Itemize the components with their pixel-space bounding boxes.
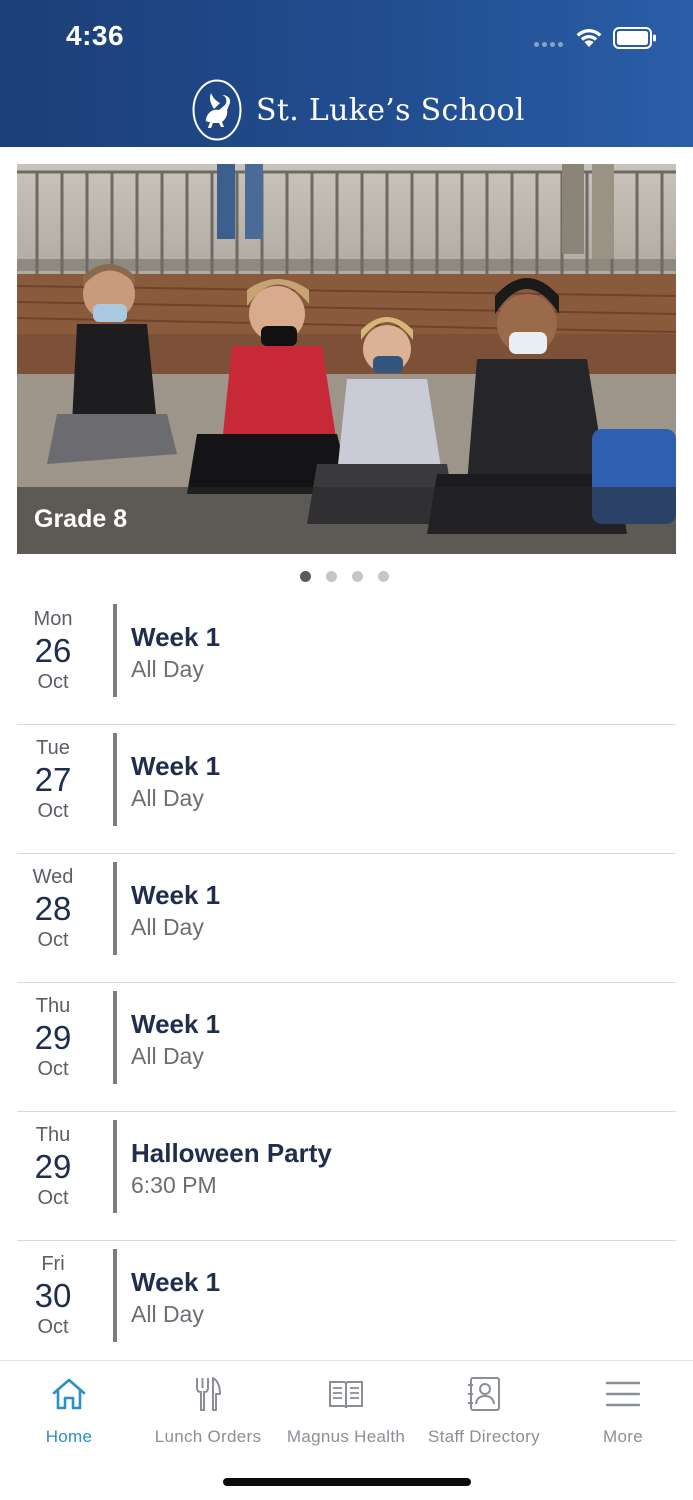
- utensils-icon: [196, 1377, 221, 1411]
- school-name: St. Luke’s School: [256, 92, 525, 128]
- home-indicator[interactable]: [223, 1478, 471, 1486]
- hero-caption: Grade 8: [34, 505, 128, 533]
- tab-magnus-health[interactable]: Magnus Health: [277, 1375, 415, 1447]
- event-title: Halloween Party: [131, 1138, 332, 1168]
- tab-label: Lunch Orders: [154, 1427, 262, 1446]
- menu-icon: [605, 1381, 641, 1407]
- tab-label: Staff Directory: [428, 1427, 540, 1446]
- home-icon: [52, 1378, 86, 1410]
- events-list: Mon 26 Oct Week 1 All Day Tue 27 Oct Wee…: [17, 596, 676, 1370]
- event-time: All Day: [131, 1301, 204, 1327]
- event-month: Oct: [37, 1058, 69, 1080]
- event-time: All Day: [131, 1043, 204, 1069]
- event-weekday: Thu: [35, 995, 71, 1017]
- event-time: 6:30 PM: [131, 1172, 217, 1198]
- event-month: Oct: [37, 671, 69, 693]
- event-weekday: Wed: [32, 866, 74, 888]
- event-weekday: Tue: [36, 737, 70, 759]
- event-divider: [113, 1249, 117, 1342]
- event-date: Wed 28 Oct: [17, 866, 89, 952]
- carousel-dot[interactable]: [300, 571, 311, 582]
- event-month: Oct: [37, 929, 69, 951]
- contact-card-icon: [468, 1377, 500, 1411]
- status-time: 4:36: [66, 20, 125, 51]
- event-divider: [113, 604, 117, 697]
- event-date: Tue 27 Oct: [17, 737, 89, 823]
- event-time: All Day: [131, 914, 204, 940]
- event-time: All Day: [131, 656, 204, 682]
- tab-lunch-orders[interactable]: Lunch Orders: [139, 1375, 277, 1447]
- event-title: Week 1: [131, 880, 221, 910]
- tab-home[interactable]: Home: [0, 1375, 138, 1447]
- event-month: Oct: [37, 1316, 69, 1338]
- event-day: 26: [34, 632, 72, 669]
- event-title: Week 1: [131, 1009, 221, 1039]
- event-weekday: Thu: [35, 1124, 71, 1146]
- event-title: Week 1: [131, 751, 221, 781]
- event-title: Week 1: [131, 1267, 221, 1297]
- book-icon: [329, 1381, 363, 1409]
- event-row[interactable]: Tue 27 Oct Week 1 All Day: [17, 725, 676, 854]
- event-day: 28: [34, 890, 72, 927]
- event-row[interactable]: Wed 28 Oct Week 1 All Day: [17, 854, 676, 983]
- pegasus-logo-icon: [192, 79, 242, 141]
- event-month: Oct: [37, 800, 69, 822]
- hero-carousel[interactable]: Grade 8: [17, 164, 676, 554]
- event-date: Thu 29 Oct: [17, 1124, 89, 1210]
- event-divider: [113, 733, 117, 826]
- battery-icon: [613, 27, 656, 49]
- event-weekday: Mon: [33, 608, 73, 630]
- event-month: Oct: [37, 1187, 69, 1209]
- event-day: 27: [34, 761, 72, 798]
- hero-caption-bar: Grade 8: [17, 487, 676, 554]
- event-date: Fri 30 Oct: [17, 1253, 89, 1339]
- event-title: Week 1: [131, 622, 221, 652]
- tab-label: Magnus Health: [286, 1427, 406, 1446]
- app-header: 4:36 St. Luke’s School: [0, 0, 693, 147]
- event-row[interactable]: Thu 29 Oct Halloween Party 6:30 PM: [17, 1112, 676, 1241]
- event-weekday: Fri: [41, 1253, 65, 1275]
- event-row[interactable]: Fri 30 Oct Week 1 All Day: [17, 1241, 676, 1370]
- event-time: All Day: [131, 785, 204, 811]
- event-date: Mon 26 Oct: [17, 608, 89, 694]
- signal-icon: [534, 42, 568, 48]
- carousel-dot[interactable]: [326, 571, 337, 582]
- wifi-icon: [576, 29, 602, 47]
- event-divider: [113, 991, 117, 1084]
- event-date: Thu 29 Oct: [17, 995, 89, 1081]
- event-day: 30: [34, 1277, 72, 1314]
- event-day: 29: [34, 1019, 72, 1056]
- event-row[interactable]: Mon 26 Oct Week 1 All Day: [17, 596, 676, 725]
- event-row[interactable]: Thu 29 Oct Week 1 All Day: [17, 983, 676, 1112]
- carousel-dot[interactable]: [378, 571, 389, 582]
- school-brand[interactable]: St. Luke’s School: [192, 78, 525, 142]
- tab-staff-directory[interactable]: Staff Directory: [415, 1375, 553, 1447]
- carousel-dot[interactable]: [352, 571, 363, 582]
- tab-label: More: [603, 1427, 643, 1446]
- event-divider: [113, 862, 117, 955]
- tab-label: Home: [45, 1427, 93, 1446]
- carousel-pagination[interactable]: [300, 571, 389, 582]
- tab-more[interactable]: More: [554, 1375, 692, 1447]
- event-day: 29: [34, 1148, 72, 1185]
- event-divider: [113, 1120, 117, 1213]
